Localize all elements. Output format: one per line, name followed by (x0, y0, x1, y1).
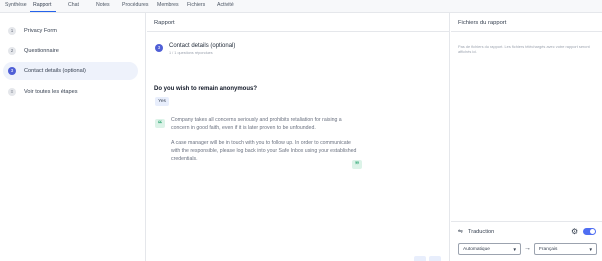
quote-open-icon: “ (155, 119, 165, 129)
arrow-right-icon: → (524, 245, 531, 252)
translation-box: ⇋ Traduction ⚙ Automatique ▼ → Français … (451, 221, 602, 261)
files-empty-message: Pas de fichiers du rapport. Les fichiers… (458, 44, 590, 55)
section-number-badge: 3 (155, 44, 163, 52)
question-label: Do you wish to remain anonymous? (154, 86, 258, 92)
step-label: Contact details (optional) (24, 68, 86, 74)
translation-label: Traduction (468, 229, 495, 235)
report-header: Rapport (147, 13, 450, 32)
report-title: Rapport (154, 20, 175, 26)
section-progress: 1 / 1 questions répondues (169, 51, 213, 55)
files-header: Fichiers du rapport (451, 13, 602, 32)
caret-down-icon: ▼ (588, 247, 593, 252)
tab-notes[interactable]: Notes (96, 2, 110, 9)
toggle-knob (590, 229, 595, 234)
tab-rapport[interactable]: Rapport (33, 2, 51, 9)
step-label: Questionnaire (24, 48, 59, 54)
section-title: Contact details (optional) (169, 43, 236, 49)
info-paragraph-2: A case manager will be in touch with you… (171, 140, 357, 162)
step-number: 1 (8, 27, 16, 35)
quote-close-icon: ” (352, 160, 362, 170)
tab-procedures[interactable]: Procédures (122, 2, 149, 9)
next-step-button[interactable]: → (429, 256, 441, 261)
source-language-value: Automatique (463, 247, 490, 252)
tab-activite[interactable]: Activité (217, 2, 234, 9)
caret-down-icon: ▼ (512, 247, 517, 252)
step-label: Privacy Form (24, 28, 57, 34)
list-icon: ≡ (8, 88, 16, 96)
translation-toggle[interactable] (583, 228, 596, 235)
info-paragraph-1: Company takes all concerns seriously and… (171, 117, 342, 131)
step-contact-details[interactable]: 3 Contact details (optional) (3, 62, 138, 80)
files-title: Fichiers du rapport (458, 20, 507, 26)
source-language-select[interactable]: Automatique ▼ (458, 243, 521, 255)
step-questionnaire[interactable]: 2 Questionnaire (3, 42, 138, 60)
gear-icon[interactable]: ⚙ (571, 227, 578, 236)
target-language-select[interactable]: Français ▼ (534, 243, 597, 255)
steps-sidebar: 1 Privacy Form 2 Questionnaire 3 Contact… (0, 13, 146, 261)
files-panel: Fichiers du rapport Pas de fichiers du r… (451, 13, 602, 261)
tab-membres[interactable]: Membres (157, 2, 179, 9)
tab-fichiers[interactable]: Fichiers (187, 2, 205, 9)
report-panel: Rapport 3 Contact details (optional) 1 /… (147, 13, 450, 261)
tab-synthese[interactable]: Synthèse (5, 2, 27, 9)
step-label: Voir toutes les étapes (24, 89, 78, 95)
view-all-steps-link[interactable]: ≡ Voir toutes les étapes (3, 83, 138, 101)
step-number: 3 (8, 67, 16, 75)
translate-icon: ⇋ (458, 229, 464, 235)
answer-chip: Yes (155, 97, 169, 106)
step-number: 2 (8, 47, 16, 55)
top-nav: Synthèse Rapport Chat Notes Procédures M… (0, 0, 602, 13)
step-privacy-form[interactable]: 1 Privacy Form (3, 22, 138, 40)
tab-chat[interactable]: Chat (68, 2, 79, 9)
previous-step-button[interactable]: ← (414, 256, 426, 261)
target-language-value: Français (539, 247, 558, 252)
